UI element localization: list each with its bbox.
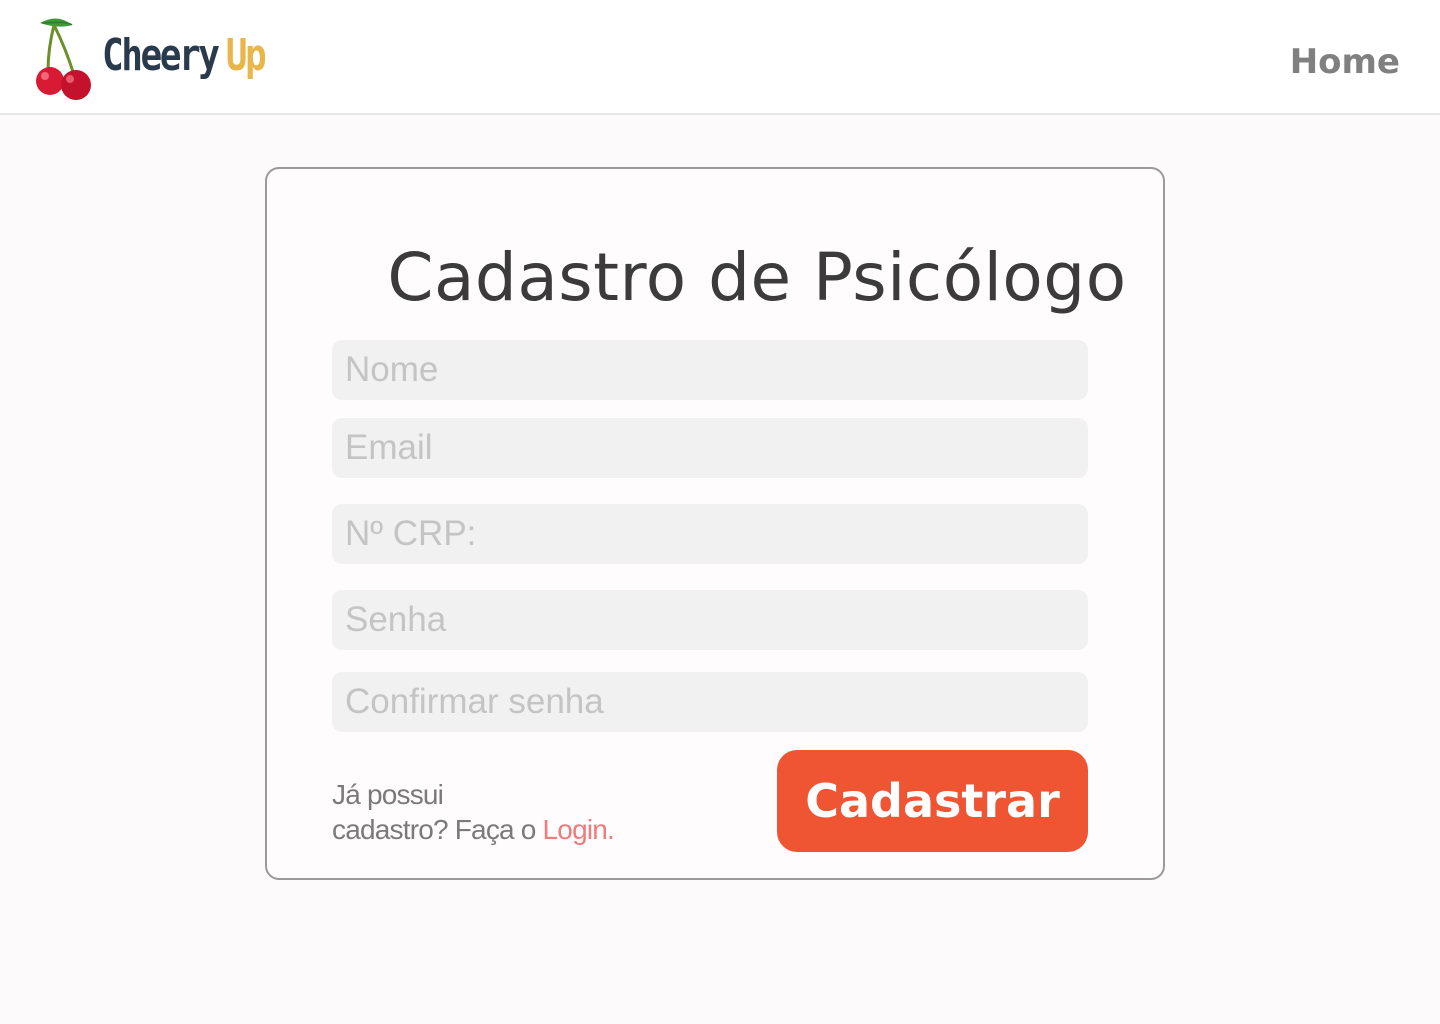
register-button[interactable]: Cadastrar	[777, 750, 1088, 852]
brand-name-primary: Cheery	[102, 29, 220, 81]
login-prompt-line1: Já possui	[332, 779, 444, 810]
login-prompt-line2: cadastro? Faça o	[332, 814, 543, 845]
top-header: Cheery Up Home	[0, 0, 1440, 115]
login-prompt: Já possui cadastro? Faça o Login.	[332, 777, 672, 847]
cherry-icon	[36, 18, 91, 100]
email-input[interactable]	[332, 418, 1088, 478]
confirm-password-input[interactable]	[332, 672, 1088, 732]
name-input[interactable]	[332, 340, 1088, 400]
login-link[interactable]: Login.	[543, 814, 615, 845]
brand-name-secondary: Up	[225, 29, 267, 81]
brand-name: Cheery Up	[102, 29, 267, 81]
nav-home-link[interactable]: Home	[1290, 42, 1400, 82]
crp-number-input[interactable]	[332, 504, 1088, 564]
signup-card: Cadastro de Psicólogo Já possui cadastro?…	[265, 167, 1165, 880]
brand-logo-link[interactable]: Cheery Up	[28, 14, 300, 102]
password-input[interactable]	[332, 590, 1088, 650]
page-title: Cadastro de Psicólogo	[387, 239, 1127, 316]
